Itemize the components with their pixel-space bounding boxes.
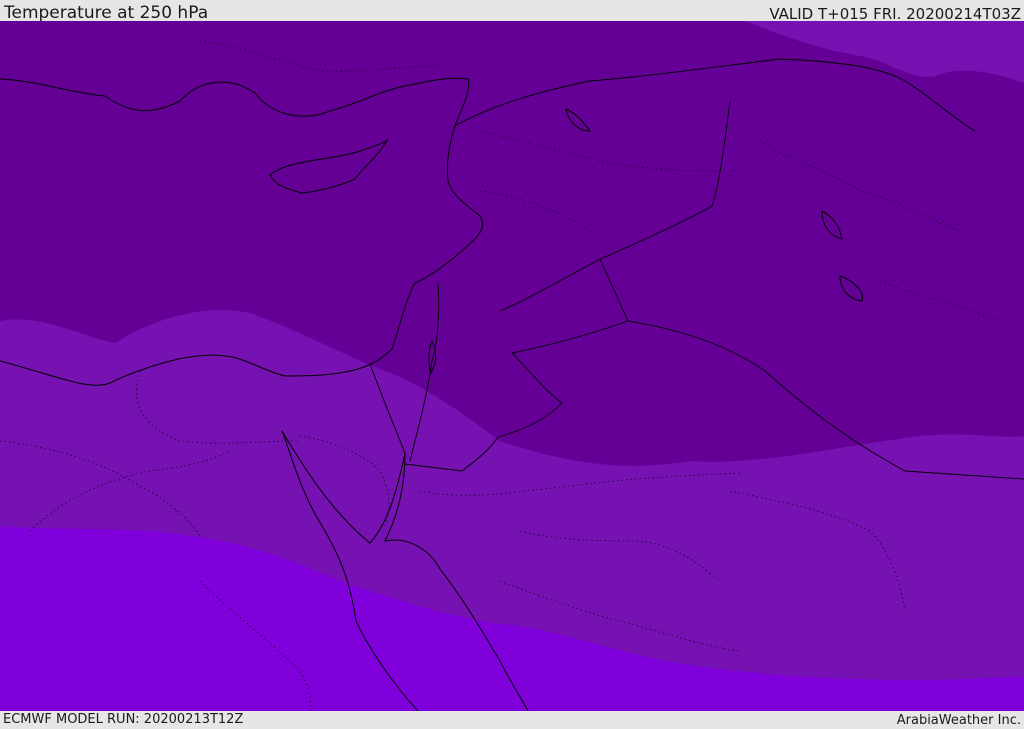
model-run-label: ECMWF MODEL RUN: 20200213T12Z	[3, 712, 244, 727]
header-bar: Temperature at 250 hPa VALID T+015 FRI. …	[0, 0, 1024, 23]
map-title: Temperature at 250 hPa	[4, 3, 209, 23]
brand-label: ArabiaWeather Inc.	[896, 713, 1021, 728]
temperature-map	[0, 21, 1024, 711]
footer-bar: ECMWF MODEL RUN: 20200213T12Z ArabiaWeat…	[0, 711, 1024, 729]
